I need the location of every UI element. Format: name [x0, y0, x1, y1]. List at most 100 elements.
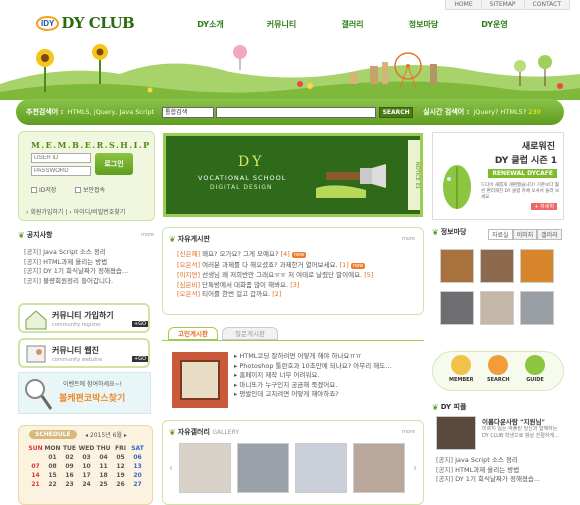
- list-item[interactable]: [이지연] 선생님 왜 저희반만 그래요ㅠㅠ 저 여태로 날렸단 말이에요. […: [177, 271, 421, 281]
- balloon-icon: [233, 45, 247, 70]
- info-thumb[interactable]: [480, 291, 514, 325]
- free-list: [신은혜] 왜요? 오가요? 그게 모예요? [4] new [오은석] 여러분…: [177, 250, 421, 300]
- gallery-more-link[interactable]: more: [402, 429, 415, 435]
- calendar-week: 07 08 09 10 11 12 13: [31, 463, 142, 470]
- calendar-week: 14 15 16 17 18 19 20: [31, 472, 142, 479]
- home-link[interactable]: HOME: [446, 0, 480, 9]
- save-id-checkbox[interactable]: ID저장: [31, 185, 56, 194]
- community-join-card[interactable]: 커뮤니티 가입하기 community register +GO: [18, 303, 150, 333]
- search-scope-select[interactable]: 통합검색: [162, 106, 215, 118]
- login-button[interactable]: 로그인: [95, 153, 133, 175]
- gallery-thumb[interactable]: [179, 443, 231, 493]
- recommended-keywords[interactable]: HTML5, jQuery, Java Script: [67, 108, 154, 116]
- dy-people: ❦ DY 피플 이름다운사람 "지원님" 미르지 잃는 억풀린 당신과 함께하는 …: [432, 402, 566, 500]
- utility-nav: HOME SITEMAP CONTACT: [445, 0, 570, 10]
- nav-item-community[interactable]: 커뮤니티: [246, 19, 317, 30]
- notice-more-link[interactable]: more: [141, 232, 154, 238]
- user-id-input[interactable]: [31, 153, 91, 163]
- info-tab-gallery[interactable]: 갤러리: [537, 229, 562, 240]
- list-item[interactable]: [공지] DY 1기 회식날짜가 정해졌습...: [24, 267, 156, 277]
- calendar-week: 01 02 03 04 05 06: [48, 454, 142, 461]
- dy-people-title: ❦ DY 피플: [432, 402, 467, 412]
- gallery-thumb[interactable]: [353, 443, 405, 493]
- list-item[interactable]: [오은석] 여러분 과제를 다 해오셨죠? 과제한거 열어보세요. [1] ne…: [177, 261, 421, 272]
- nav-item-info[interactable]: 정보마당: [388, 19, 459, 30]
- list-item[interactable]: [공지] HTML과제 올리는 방법: [24, 258, 156, 268]
- free-more-link[interactable]: more: [402, 236, 415, 242]
- list-item[interactable]: ▸ 마니또가 누구인지 궁금해 죽겠어요.: [234, 381, 422, 391]
- site-logo[interactable]: IDY DY CLUB: [36, 14, 135, 32]
- list-item[interactable]: ▸ 홈페이지 제작 너무 어려워요.: [234, 371, 422, 381]
- contact-link[interactable]: CONTACT: [523, 0, 569, 9]
- info-thumb[interactable]: [520, 249, 554, 283]
- people-desc: 미르지 잃는 억풀린 당신과 함께하는 DY CLUB 학생으로 항상 친절하게…: [482, 426, 559, 439]
- nav-item-gallery[interactable]: 갤러리: [317, 19, 388, 30]
- logo-badge: IDY: [36, 15, 60, 31]
- info-tab-images[interactable]: 이미지: [512, 229, 538, 240]
- banner-title: DY: [238, 154, 265, 170]
- qa-list: ▸ HTML코딩 잘하려면 어떻게 해야 하나요ㅠㅠ ▸ Photoshop 툴…: [234, 352, 422, 400]
- search-input[interactable]: [216, 106, 377, 118]
- list-item[interactable]: [공지] Java Script 소스 정리: [24, 248, 156, 258]
- sitemap-link[interactable]: SITEMAP: [480, 0, 524, 9]
- nav-item-operation[interactable]: DY운영: [459, 19, 530, 30]
- list-item[interactable]: [공지] HTML과제 올리는 방법: [436, 466, 566, 476]
- find-account-link[interactable]: 아이디/비밀번호찾기: [74, 209, 126, 216]
- realtime-label: 실시간 검색어 :: [423, 108, 470, 116]
- password-input[interactable]: [31, 166, 91, 176]
- info-thumb[interactable]: [480, 249, 514, 283]
- list-item[interactable]: [심은비] 단톡방에서 대화좀 많이 해봐요. [3]: [177, 281, 421, 291]
- member-icon: [451, 355, 472, 375]
- membership-title: M.E.M.B.E.R.S.H.I.P: [31, 140, 151, 150]
- tab-divider: [162, 340, 424, 341]
- secure-login-checkbox[interactable]: 보안접속: [75, 185, 105, 194]
- sprout-icon: ❦: [18, 230, 25, 240]
- list-item[interactable]: [오은석] 티어를 한번 걸고 갑까요. [2]: [177, 290, 421, 300]
- quick-guide[interactable]: GUIDE: [525, 355, 545, 383]
- banner-notice-tab[interactable]: NOTICE 01: [408, 140, 420, 210]
- event-banner[interactable]: 이벤트에 참여하세요~! 볼케편코박스찾기: [18, 372, 151, 414]
- gallery-thumb[interactable]: [237, 443, 289, 493]
- notice-title: ❦ 공지사항: [18, 230, 53, 240]
- list-item[interactable]: ▸ Photoshop 툴란호과 10초만에 되나요? 아무리 해도...: [234, 362, 422, 372]
- sprout-icon: ❦: [432, 402, 439, 412]
- gallery-next-button[interactable]: ›: [413, 463, 417, 474]
- list-item[interactable]: ▸ 평발인데 고치려면 어떻게 해야하죠?: [234, 390, 422, 400]
- paintbrush-icon: [316, 164, 386, 198]
- join-link[interactable]: 회원가입하기: [30, 209, 63, 216]
- quick-member[interactable]: MEMBER: [449, 355, 473, 383]
- tab-worry-board[interactable]: 고민게시판: [168, 327, 218, 340]
- gallery-thumb[interactable]: [295, 443, 347, 493]
- people-photo[interactable]: [436, 416, 476, 450]
- leaf-icon: [443, 165, 471, 209]
- list-item[interactable]: ▸ HTML코딩 잘하려면 어떻게 해야 하나요ㅠㅠ: [234, 352, 422, 362]
- list-item[interactable]: [신은혜] 왜요? 오가요? 그게 모예요? [4] new: [177, 250, 421, 261]
- calendar-grid: SUN MON TUE WED THU FRI SAT 01 02 03 04 05 06 07 08 0…: [27, 444, 146, 489]
- nav-item-about[interactable]: DY소개: [175, 19, 246, 30]
- realtime-keywords[interactable]: jQuery? HTML5? 230: [473, 108, 540, 116]
- tab-question-board[interactable]: 질문게시판: [222, 327, 278, 340]
- search-icon: [488, 355, 509, 375]
- info-tab-files[interactable]: 자료실: [488, 229, 513, 240]
- banner-line2: DIGITAL DESIGN: [210, 184, 273, 191]
- info-thumb[interactable]: [520, 291, 554, 325]
- free-board: ❦ 자유게시판 more [신은혜] 왜요? 오가요? 그게 모예요? [4] n…: [162, 227, 424, 315]
- promo-line2: DY 클럽 시즌 1: [494, 156, 557, 166]
- list-item[interactable]: [공지] 불량회원정리 들어갑니다.: [24, 277, 156, 287]
- promo-line1: 새로워진: [521, 142, 555, 152]
- quick-menu: MEMBER SEARCH GUIDE: [432, 351, 564, 391]
- list-item[interactable]: [공지] Java Script 소스 정리: [436, 456, 566, 466]
- gallery-prev-button[interactable]: ‹: [169, 463, 173, 474]
- login-links: › 회원가입하기 | › 아이디/비밀번호찾기: [26, 209, 126, 216]
- quick-search[interactable]: SEARCH: [487, 355, 510, 383]
- info-thumb[interactable]: [440, 249, 474, 283]
- promo-more[interactable]: + 자세히: [531, 203, 557, 210]
- recommended-label: 추천검색어 :: [26, 108, 64, 116]
- promo-banner[interactable]: 새로워진 DY 클럽 시즌 1 RENEWAL DYCAFE 드디어 새롭게 개…: [432, 132, 564, 220]
- info-thumb[interactable]: [440, 291, 474, 325]
- main-banner[interactable]: DY VOCATIONAL SCHOOL DIGITAL DESIGN NOTI…: [163, 133, 423, 217]
- calendar-title: SCHEDULE: [29, 430, 77, 439]
- community-webzine-card[interactable]: 커뮤니티 웹진 community webzine +GO: [18, 338, 150, 368]
- search-button[interactable]: SEARCH: [379, 106, 414, 118]
- list-item[interactable]: [공지] DY 1기 회식날짜가 정해졌습...: [436, 475, 566, 485]
